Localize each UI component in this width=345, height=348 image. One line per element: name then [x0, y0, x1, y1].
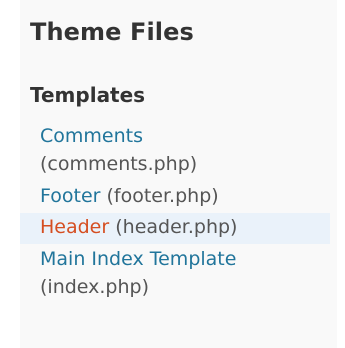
header-file-name: (header.php): [115, 216, 238, 238]
theme-files-heading: Theme Files: [30, 18, 194, 46]
main-index-template-link[interactable]: Main Index Template: [40, 248, 236, 270]
file-item-main-index: Main Index Template (index.php): [20, 244, 330, 304]
comments-template-link[interactable]: Comments: [40, 125, 143, 147]
footer-template-link[interactable]: Footer: [40, 185, 100, 207]
file-item-comments: Comments (comments.php): [20, 121, 330, 181]
header-template-link[interactable]: Header: [40, 216, 109, 238]
template-file-list: Comments (comments.php) Footer (footer.p…: [20, 121, 330, 304]
footer-file-name: (footer.php): [106, 185, 219, 207]
comments-file-name: (comments.php): [40, 153, 198, 175]
file-item-header-current: Header (header.php): [20, 213, 330, 244]
file-item-footer: Footer (footer.php): [20, 181, 330, 213]
templates-heading: Templates: [30, 83, 146, 107]
theme-files-panel: Theme Files Templates Comments (comments…: [20, 0, 337, 348]
index-file-name: (index.php): [40, 276, 150, 298]
